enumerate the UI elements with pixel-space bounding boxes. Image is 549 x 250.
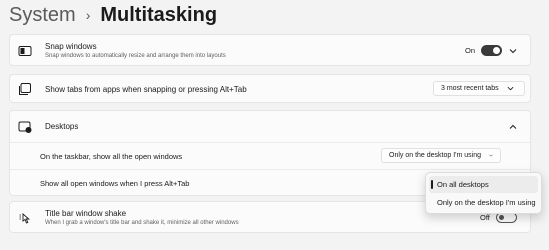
flyout-option-all-desktops[interactable]: On all desktops (429, 176, 538, 193)
window-shake-state: Off (480, 213, 490, 222)
snap-windows-title: Snap windows (45, 42, 97, 51)
snap-windows-icon (18, 44, 32, 58)
flyout-option-current-desktop[interactable]: Only on the desktop I'm using (426, 194, 541, 211)
desktops-title: Desktops (45, 122, 79, 131)
tabs-icon (18, 82, 32, 96)
snap-windows-state: On (465, 46, 476, 55)
multitasking-settings-page: System › Multitasking Snap windows Snap … (0, 0, 549, 250)
window-shake-title: Title bar window shake (45, 209, 127, 218)
taskbar-windows-row: On the taskbar, show all the open window… (10, 142, 530, 169)
page-title: Multitasking (100, 4, 218, 26)
desktops-icon (18, 120, 32, 134)
window-shake-description: When I grab a window's title bar and sha… (45, 220, 239, 226)
chevron-up-icon[interactable] (509, 123, 517, 131)
desktops-header[interactable]: Desktops (10, 111, 530, 142)
chevron-down-icon[interactable] (509, 47, 517, 55)
taskbar-windows-dropdown[interactable]: Only on the desktop I'm using (381, 148, 501, 163)
chevron-down-icon (489, 154, 493, 157)
snap-windows-description: Snap windows to automatically resize and… (45, 53, 226, 59)
snap-windows-card[interactable]: Snap windows Snap windows to automatical… (9, 34, 531, 66)
window-shake-icon (18, 211, 32, 225)
chevron-down-icon (507, 86, 514, 91)
alttab-windows-label: Show all open windows when I press Alt+T… (40, 179, 190, 188)
snap-windows-toggle[interactable] (481, 45, 503, 56)
breadcrumb: System › Multitasking (9, 3, 217, 27)
alttab-options-flyout: On all desktops Only on the desktop I'm … (425, 172, 542, 214)
breadcrumb-separator: › (85, 7, 91, 23)
snap-tabs-dropdown[interactable]: 3 most recent tabs (433, 81, 525, 96)
taskbar-windows-selected: Only on the desktop I'm using (389, 152, 481, 159)
snap-tabs-selected: 3 most recent tabs (441, 85, 499, 92)
taskbar-windows-label: On the taskbar, show all the open window… (40, 152, 183, 161)
snap-tabs-title: Show tabs from apps when snapping or pre… (45, 85, 247, 94)
breadcrumb-system[interactable]: System (9, 3, 76, 27)
snap-tabs-card: Show tabs from apps when snapping or pre… (9, 74, 531, 103)
